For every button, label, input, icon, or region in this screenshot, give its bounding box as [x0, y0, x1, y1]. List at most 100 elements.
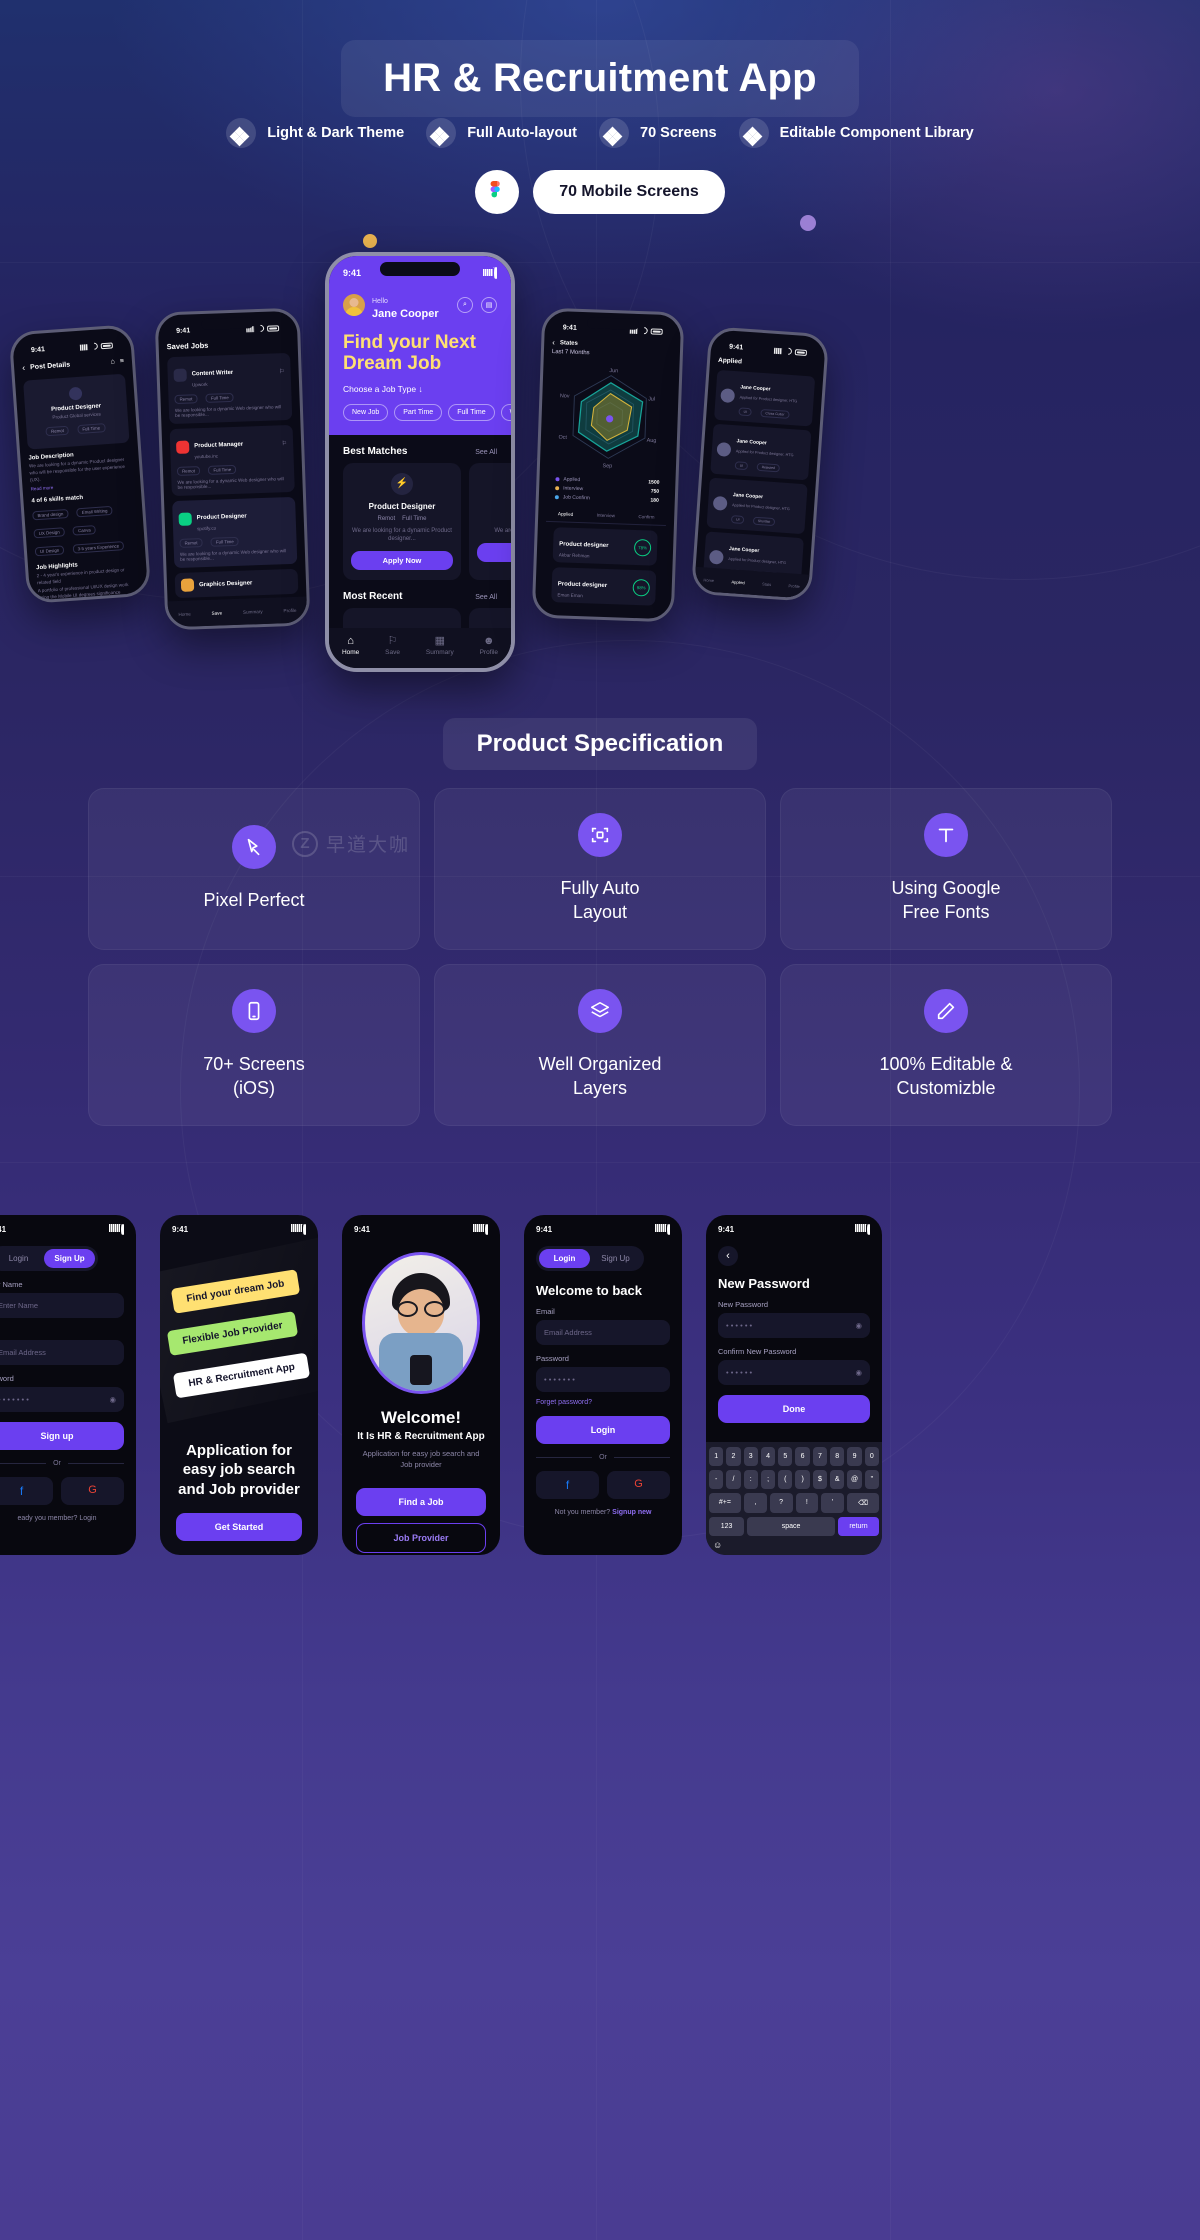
key-symbols[interactable]: #+=: [709, 1493, 741, 1513]
done-button[interactable]: Done: [718, 1395, 870, 1423]
name-input[interactable]: Enter Name: [0, 1293, 124, 1318]
eye-icon[interactable]: ◉: [855, 1321, 862, 1330]
key[interactable]: $: [812, 1470, 828, 1489]
google-icon[interactable]: G: [61, 1477, 124, 1505]
nav-item-stats[interactable]: Stats: [762, 581, 771, 587]
forgot-password-link[interactable]: Forget password?: [536, 1399, 670, 1406]
email-input[interactable]: Email Address: [0, 1340, 124, 1365]
apply-now-button[interactable]: Apply Now: [351, 550, 453, 570]
see-all-link[interactable]: See All: [475, 449, 497, 456]
back-icon[interactable]: ‹: [22, 363, 26, 373]
key[interactable]: 3: [743, 1447, 758, 1466]
key[interactable]: ;: [760, 1470, 776, 1489]
key[interactable]: 8: [830, 1447, 845, 1466]
menu-icon[interactable]: ≡: [120, 357, 125, 364]
chip-part-time[interactable]: Part Time: [394, 403, 443, 421]
key[interactable]: 7: [812, 1447, 828, 1466]
key[interactable]: 1: [709, 1447, 724, 1466]
job-card[interactable]: ◆ Product I Remot We are looking Product…: [469, 462, 511, 580]
key-return[interactable]: return: [838, 1517, 879, 1536]
key[interactable]: 6: [795, 1447, 810, 1466]
key[interactable]: &: [830, 1470, 845, 1489]
tab-confirm[interactable]: Confirm: [638, 514, 654, 520]
filter-icon[interactable]: ▤: [481, 297, 497, 313]
key[interactable]: !: [795, 1493, 819, 1513]
key[interactable]: ': [821, 1493, 845, 1513]
saved-job-item[interactable]: Content Writer Upwork ⚐ Remot Full Time …: [167, 352, 293, 425]
chip-work-from[interactable]: Work F: [500, 403, 511, 421]
password-input[interactable]: • • • • • • • ◉: [0, 1387, 124, 1412]
apply-now-button[interactable]: Apply: [477, 542, 511, 562]
bookmark-icon[interactable]: ⌂: [110, 358, 115, 365]
password-input[interactable]: • • • • • • •: [536, 1367, 670, 1392]
applicant-row[interactable]: Product designer Eman Eman 98%: [551, 567, 657, 606]
chip-full-time[interactable]: Full Time: [448, 403, 495, 421]
eye-icon[interactable]: ◉: [855, 1368, 862, 1377]
nav-item-home[interactable]: Home: [703, 577, 714, 583]
see-all-link[interactable]: See All: [475, 594, 497, 601]
tab-signup[interactable]: Sign Up: [44, 1249, 95, 1268]
chip-new-job[interactable]: New Job: [343, 403, 389, 421]
nav-item-save[interactable]: Save: [212, 610, 223, 615]
find-job-button[interactable]: Find a Job: [356, 1488, 486, 1516]
applicant-row[interactable]: Jane Cooper Applied for Product designer…: [713, 369, 816, 427]
email-input[interactable]: Email Address: [536, 1320, 670, 1345]
login-link[interactable]: eady you member? Login: [0, 1515, 124, 1522]
key[interactable]: ": [864, 1470, 879, 1489]
key[interactable]: (: [778, 1470, 793, 1489]
key[interactable]: 4: [760, 1447, 776, 1466]
figma-screens-pill[interactable]: 70 Mobile Screens: [533, 170, 725, 214]
facebook-icon[interactable]: f: [536, 1471, 599, 1499]
key-backspace[interactable]: ⌫: [847, 1493, 879, 1513]
nav-item-profile[interactable]: Profile: [788, 583, 800, 589]
key[interactable]: ): [795, 1470, 810, 1489]
applicant-row[interactable]: Product designer Akbar Rehman 78%: [552, 527, 658, 566]
saved-job-item[interactable]: Product Designer spotify.co Remot Full T…: [172, 496, 298, 569]
nav-item-home[interactable]: ⌂ Home: [342, 635, 359, 656]
tab-login[interactable]: Login: [0, 1249, 44, 1268]
tab-signup[interactable]: Sign Up: [590, 1249, 641, 1268]
job-card[interactable]: ⚡ Product Designer Remot Full Time We ar…: [343, 462, 461, 580]
saved-job-item[interactable]: Graphics Designer: [174, 568, 299, 599]
signup-button[interactable]: Sign up: [0, 1422, 124, 1450]
tab-login[interactable]: Login: [539, 1249, 590, 1268]
confirm-password-input[interactable]: • • • • • • ◉: [718, 1360, 870, 1385]
emoji-icon[interactable]: ☺: [709, 1540, 879, 1550]
google-icon[interactable]: G: [607, 1471, 670, 1499]
key[interactable]: ?: [769, 1493, 793, 1513]
key[interactable]: 9: [847, 1447, 862, 1466]
get-started-button[interactable]: Get Started: [176, 1513, 302, 1541]
nav-item-home[interactable]: Home: [178, 611, 190, 616]
new-password-input[interactable]: • • • • • • ◉: [718, 1313, 870, 1338]
key[interactable]: ,: [743, 1493, 767, 1513]
key-123[interactable]: 123: [709, 1517, 745, 1536]
nav-item-profile[interactable]: Profile: [283, 607, 296, 612]
signup-link[interactable]: Signup new: [612, 1509, 651, 1516]
saved-job-item[interactable]: Product Manager youtube.inc ⚐ Remot Full…: [169, 424, 295, 497]
facebook-icon[interactable]: f: [0, 1477, 53, 1505]
nav-item-summary[interactable]: Summary: [243, 609, 263, 615]
applicant-row[interactable]: Jane Cooper Applied for Product designer…: [706, 477, 808, 535]
nav-item-applied[interactable]: Applied: [731, 579, 745, 585]
key-space[interactable]: space: [747, 1517, 835, 1536]
nav-item-profile[interactable]: ☻ Profile: [480, 635, 498, 656]
applicant-row[interactable]: Jane Cooper Applied for Product designer…: [710, 423, 812, 481]
back-icon[interactable]: ‹: [552, 338, 555, 347]
key[interactable]: :: [743, 1470, 758, 1489]
login-button[interactable]: Login: [536, 1416, 670, 1444]
bookmark-icon[interactable]: ⚐: [282, 440, 288, 447]
tab-applied[interactable]: Applied: [558, 511, 573, 517]
bookmark-icon[interactable]: ⚐: [279, 368, 285, 375]
back-icon[interactable]: ‹: [718, 1246, 738, 1266]
key[interactable]: 5: [778, 1447, 793, 1466]
nav-item-save[interactable]: ⚐ Save: [385, 634, 400, 656]
search-icon[interactable]: ⌕: [457, 297, 473, 313]
tab-interview[interactable]: Interview: [597, 513, 616, 519]
eye-icon[interactable]: ◉: [109, 1395, 116, 1404]
job-provider-button[interactable]: Job Provider: [356, 1523, 486, 1553]
key[interactable]: 0: [864, 1447, 879, 1466]
key[interactable]: @: [847, 1470, 862, 1489]
key[interactable]: 2: [726, 1447, 741, 1466]
key[interactable]: -: [709, 1470, 724, 1489]
nav-item-summary[interactable]: ▦ Summary: [426, 634, 454, 656]
